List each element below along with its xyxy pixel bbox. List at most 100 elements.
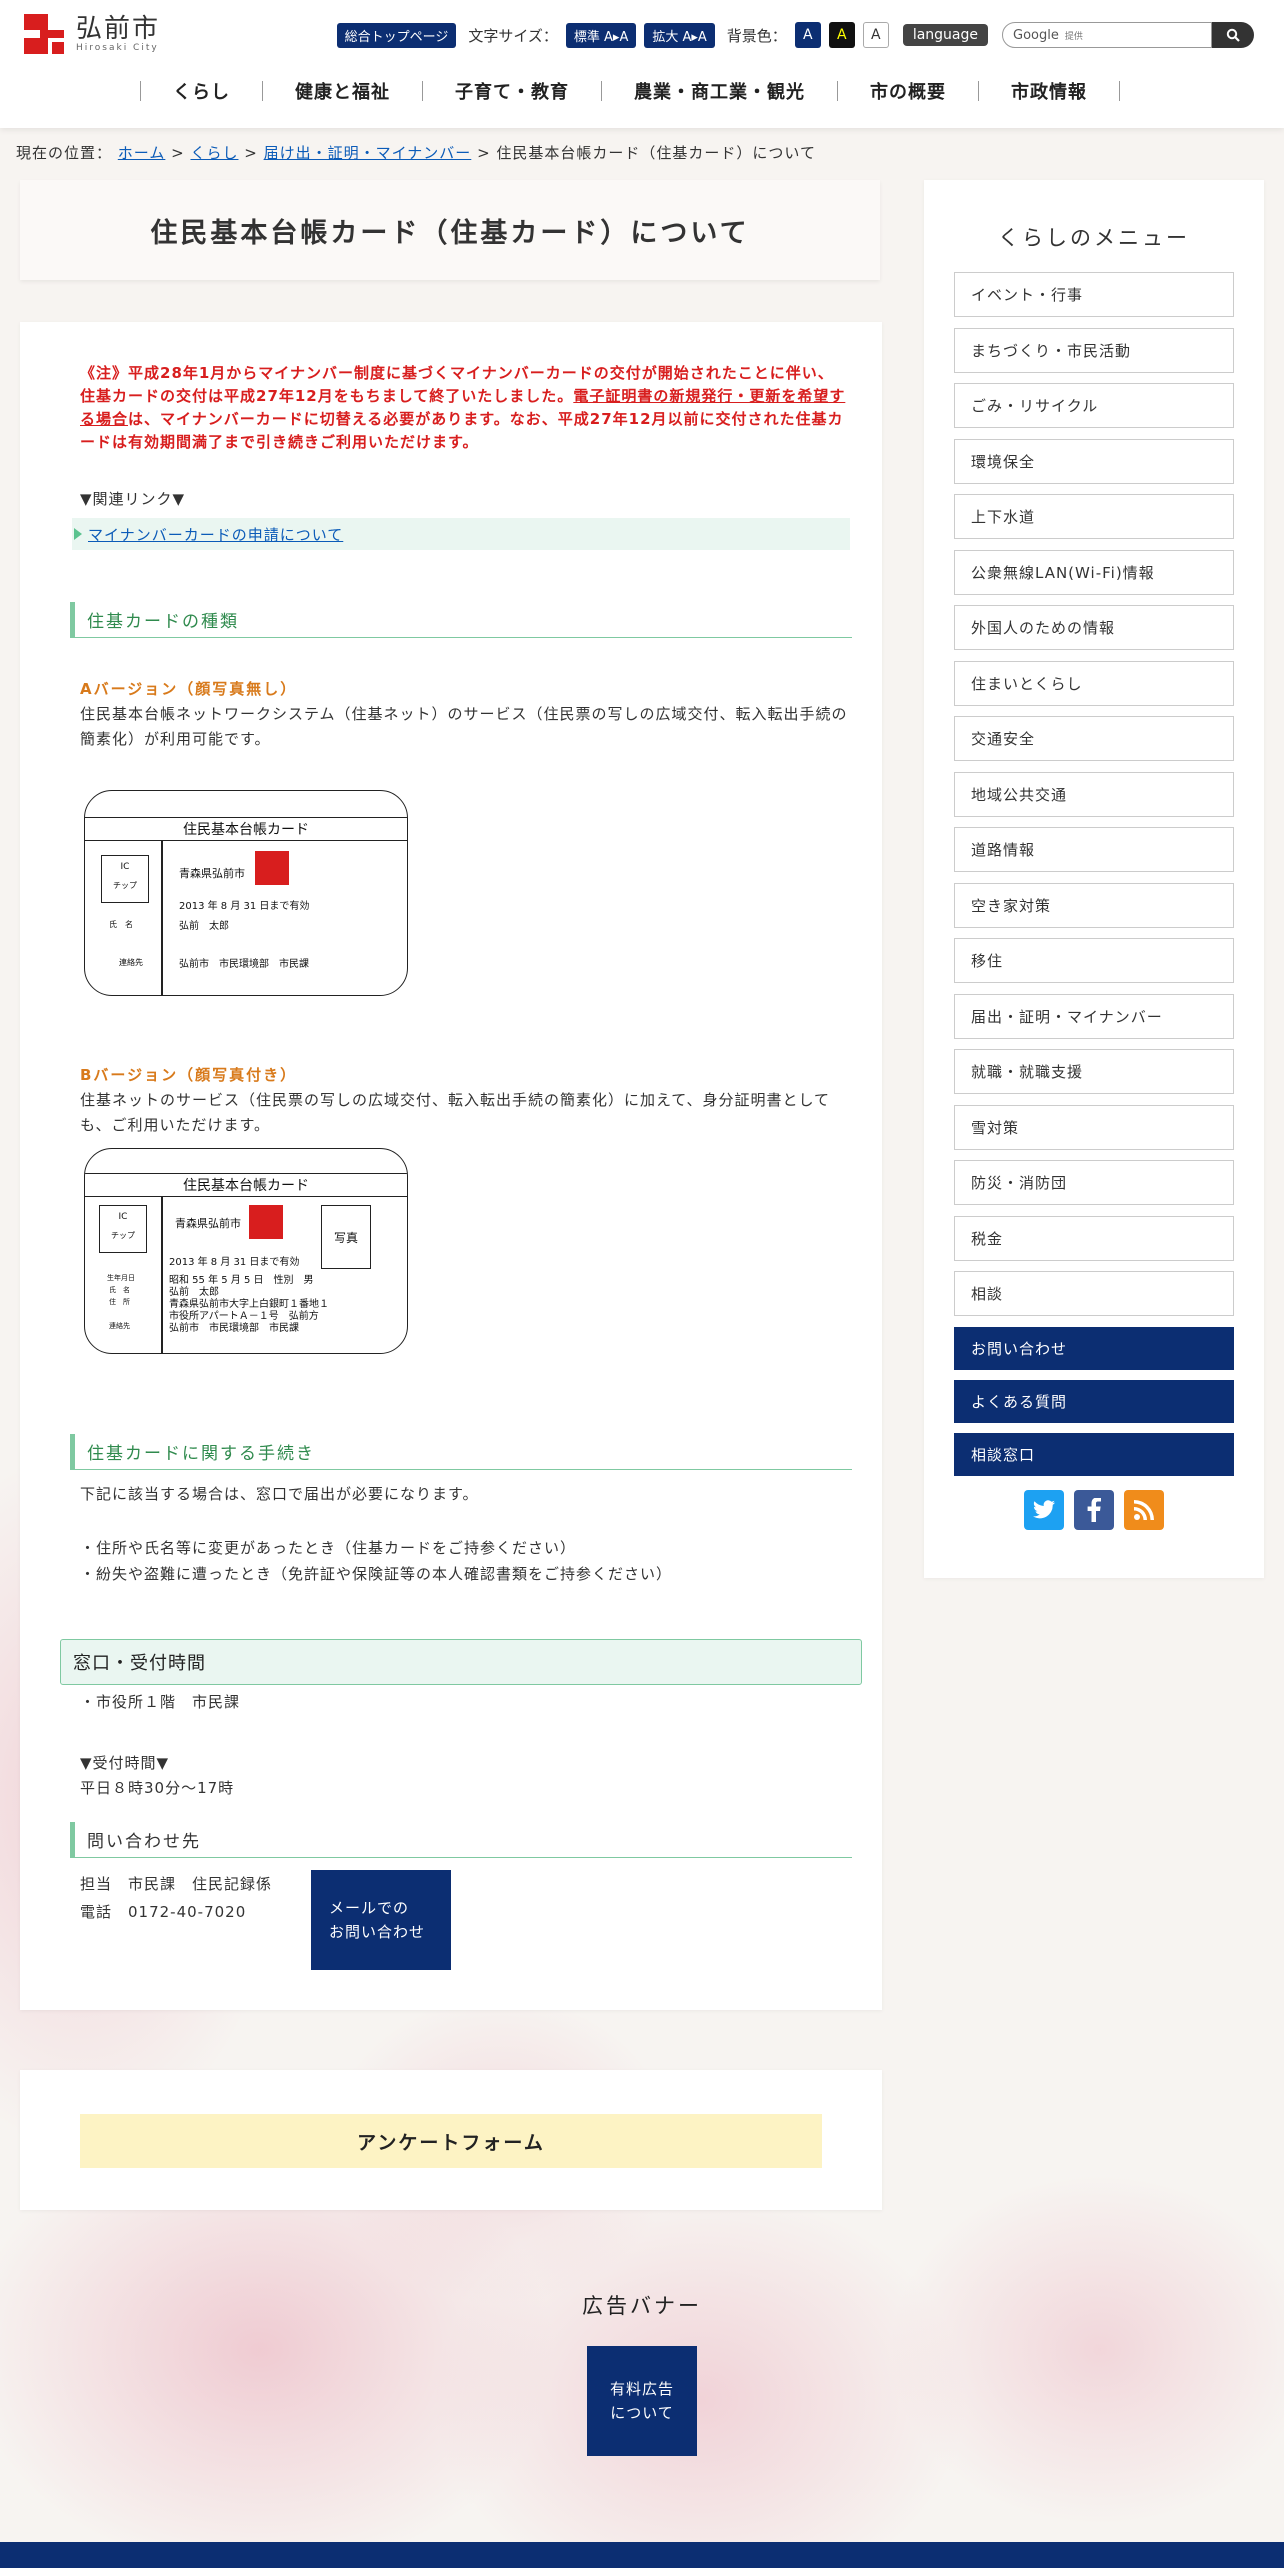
procedure-item-1: ・住所や氏名等に変更があったとき（住基カードをご持参ください）: [80, 1539, 577, 1557]
page-title: 住民基本台帳カード（住基カード）について: [150, 217, 750, 249]
mail-contact-button[interactable]: メールでのお問い合わせ: [311, 1870, 451, 1970]
logo-subtitle: Hirosaki City: [76, 43, 159, 53]
bg-color-label: 背景色：: [726, 26, 787, 45]
sidebar-menu-item[interactable]: 雪対策: [954, 1104, 1234, 1150]
sidebar-navy-button[interactable]: よくある質問: [954, 1379, 1234, 1423]
sidebar-title: くらしのメニュー: [998, 226, 1190, 250]
notice-text: 《注》平成28年1月からマイナンバー制度に基づくマイナンバーカードの交付が開始さ…: [80, 362, 848, 454]
gnav-item-administration[interactable]: 市政情報: [979, 78, 1119, 104]
mail-button-line-1: メールでの: [329, 1899, 410, 1917]
version-b-description: 住基ネットのサービス（住民票の写しの広域交付、転入転出手続の簡素化）に加えて、身…: [80, 1091, 831, 1134]
card-b-image: 住民基本台帳カード IC チップ 青森県弘前市 写真 2013 年 8 月 31 …: [84, 1148, 408, 1354]
site-logo[interactable]: 弘前市 Hirosaki City: [24, 14, 160, 54]
logo-name: 弘前市: [76, 14, 161, 44]
card-b-ic-label: IC: [118, 1212, 128, 1222]
sidebar-menu-item[interactable]: 交通安全: [954, 716, 1234, 761]
search-placeholder: Google: [1013, 27, 1059, 43]
twitter-icon[interactable]: [1024, 1490, 1064, 1530]
gnav-item-industry[interactable]: 農業・商工業・観光: [602, 78, 837, 104]
paid-ad-button[interactable]: 有料広告 について: [587, 2346, 697, 2456]
card-b-ic-chip: IC チップ: [99, 1205, 147, 1253]
mynumber-application-link[interactable]: マイナンバーカードの申請について: [88, 524, 343, 545]
font-standard-button[interactable]: 標準 A▸A: [565, 22, 637, 48]
sidebar-menu-item[interactable]: まちづくり・市民活動: [954, 327, 1234, 373]
card-a-name: 弘前 太郎: [179, 921, 229, 932]
language-button[interactable]: language: [902, 24, 988, 46]
sidebar-menu-item[interactable]: 環境保全: [954, 438, 1234, 484]
breadcrumb-certificates[interactable]: 届け出・証明・マイナンバー: [264, 144, 472, 162]
sidebar-navy-button[interactable]: 相談窓口: [954, 1432, 1234, 1476]
related-links-toggle[interactable]: ▼関連リンク▼: [80, 488, 185, 509]
ad-button-line-1: 有料広告: [609, 2380, 674, 2398]
card-a-contact: 弘前市 市民環境部 市民課: [179, 959, 309, 970]
card-b-valid: 2013 年 8 月 31 日まで有効: [169, 1257, 300, 1268]
gnav-item-overview[interactable]: 市の概要: [838, 78, 978, 104]
card-b-name-label: 氏 名: [109, 1286, 130, 1294]
sidebar-menu-item[interactable]: 住まいとくらし: [954, 660, 1234, 706]
sidebar-menu-item[interactable]: 相談: [954, 1271, 1234, 1316]
search-input[interactable]: Google 提供: [1002, 22, 1212, 48]
facebook-icon[interactable]: [1074, 1490, 1114, 1530]
sidebar-menu-item[interactable]: 移住: [954, 938, 1234, 983]
sidebar-menu-item[interactable]: 税金: [954, 1215, 1234, 1261]
card-b-contact-label: 連絡先: [109, 1322, 130, 1330]
gnav-item-health[interactable]: 健康と福祉: [263, 78, 422, 104]
card-a-contact-label: 連絡先: [119, 958, 143, 967]
notice-text-2: は、マイナンバーカードに切替える必要があります。なお、平成27年12月以前に交付…: [80, 410, 844, 451]
sidebar-menu-item[interactable]: 外国人のための情報: [954, 605, 1234, 650]
site-header: 弘前市 Hirosaki City 総合トップページ 文字サイズ： 標準 A▸A…: [0, 0, 1284, 128]
gnav-item-kurashi[interactable]: くらし: [141, 78, 262, 104]
sidebar-menu-item[interactable]: 公衆無線LAN(Wi-Fi)情報: [954, 549, 1234, 595]
sidebar-menu-item[interactable]: ごみ・リサイクル: [954, 383, 1234, 428]
card-a-issuer: 青森県弘前市: [179, 867, 245, 880]
card-a-ic-label: IC: [120, 862, 130, 872]
card-b-contact: 弘前市 市民環境部 市民課: [169, 1323, 299, 1334]
breadcrumb-kurashi[interactable]: くらし: [190, 144, 238, 162]
sidebar-menu-item[interactable]: 届出・証明・マイナンバー: [954, 993, 1234, 1039]
rss-icon[interactable]: [1124, 1490, 1164, 1530]
sidebar-menu-item[interactable]: 空き家対策: [954, 882, 1234, 928]
mail-button-line-2: お問い合わせ: [329, 1923, 426, 1941]
top-page-button[interactable]: 総合トップページ: [336, 22, 457, 48]
survey-form-button[interactable]: アンケートフォーム: [80, 2114, 822, 2168]
card-a-seal-icon: [255, 851, 289, 885]
contact-charge: 担当 市民課 住民記録係: [80, 1875, 273, 1893]
sidebar-menu-item[interactable]: 就職・就職支援: [954, 1049, 1234, 1094]
breadcrumb-label: 現在の位置：: [16, 144, 113, 162]
hours-toggle[interactable]: ▼受付時間▼: [80, 1752, 169, 1773]
window-heading: 窓口・受付時間: [60, 1639, 862, 1685]
breadcrumb-current: 住民基本台帳カード（住基カード）について: [496, 144, 816, 162]
bg-black-button[interactable]: A: [828, 22, 855, 48]
sns-links: [1024, 1490, 1164, 1530]
sidebar-menu: イベント・行事 まちづくり・市民活動 ごみ・リサイクル 環境保全上下水道公衆無線LAN…: [954, 272, 1234, 1486]
related-link-item: マイナンバーカードの申請について: [72, 518, 850, 550]
bg-blue-button[interactable]: A: [794, 22, 821, 48]
sidebar-navy-button[interactable]: お問い合わせ: [954, 1326, 1234, 1370]
search-icon: [1226, 28, 1240, 42]
sidebar-menu-item[interactable]: イベント・行事: [954, 272, 1234, 317]
card-b-birth-label: 生年月日: [107, 1274, 135, 1282]
breadcrumb: 現在の位置： ホーム > くらし > 届け出・証明・マイナンバー > 住民基本台…: [16, 144, 816, 162]
bg-white-button[interactable]: A: [862, 22, 889, 48]
sidebar-menu-item[interactable]: 道路情報: [954, 827, 1234, 872]
contact-phone: 電話 0172-40-7020: [80, 1903, 247, 1921]
sidebar-menu-item[interactable]: 防災・消防団: [954, 1160, 1234, 1205]
card-a-title: 住民基本台帳カード: [85, 817, 407, 841]
contact-heading: 問い合わせ先: [70, 1822, 852, 1858]
version-a-title: Aバージョン（顔写真無し）: [80, 680, 298, 698]
font-large-button[interactable]: 拡大 A▸A: [644, 22, 715, 48]
procedure-item-2: ・紛失や盗難に遭ったとき（免許証や保険証等の本人確認書類をご持参ください）: [80, 1565, 673, 1583]
survey-section: アンケートフォーム: [20, 2070, 882, 2210]
window-place: ・市役所１階 市民課: [80, 1693, 241, 1711]
sidebar-menu-item[interactable]: 地域公共交通: [954, 771, 1234, 817]
search-button[interactable]: [1212, 22, 1254, 48]
hirosaki-emblem-icon: [24, 14, 64, 54]
breadcrumb-home[interactable]: ホーム: [118, 144, 166, 162]
sidebar-menu-item[interactable]: 上下水道: [954, 494, 1234, 539]
gnav-item-childcare[interactable]: 子育て・教育: [423, 78, 601, 104]
card-b-issuer: 青森県弘前市: [175, 1217, 241, 1230]
global-nav: くらし 健康と福祉 子育て・教育 農業・商工業・観光 市の概要 市政情報: [140, 78, 1120, 104]
card-b-ic-sub: チップ: [111, 1231, 135, 1240]
ad-banner-title: 広告バナー: [582, 2294, 702, 2318]
contact-info: 担当 市民課 住民記録係 電話 0172-40-7020: [80, 1870, 272, 1926]
